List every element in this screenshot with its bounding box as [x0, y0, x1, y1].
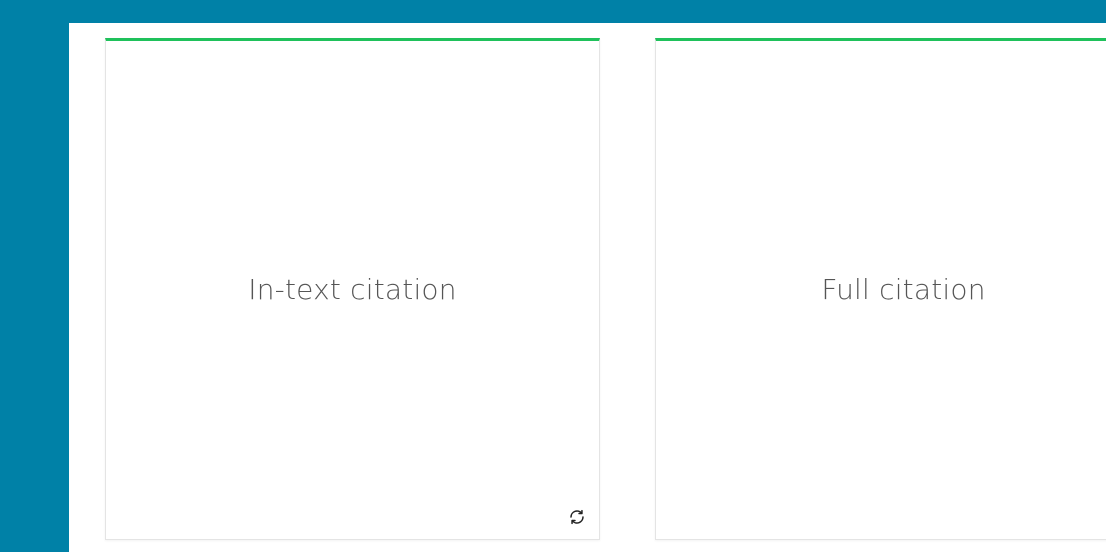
refresh-icon[interactable] [567, 507, 587, 527]
content-panel: In-text citation Full citation [69, 23, 1106, 552]
full-citation-card[interactable]: Full citation [655, 38, 1106, 540]
page-background: In-text citation Full citation [0, 0, 1106, 552]
full-citation-label: Full citation [821, 273, 986, 306]
in-text-citation-label: In-text citation [248, 273, 457, 306]
in-text-citation-card[interactable]: In-text citation [105, 38, 600, 540]
